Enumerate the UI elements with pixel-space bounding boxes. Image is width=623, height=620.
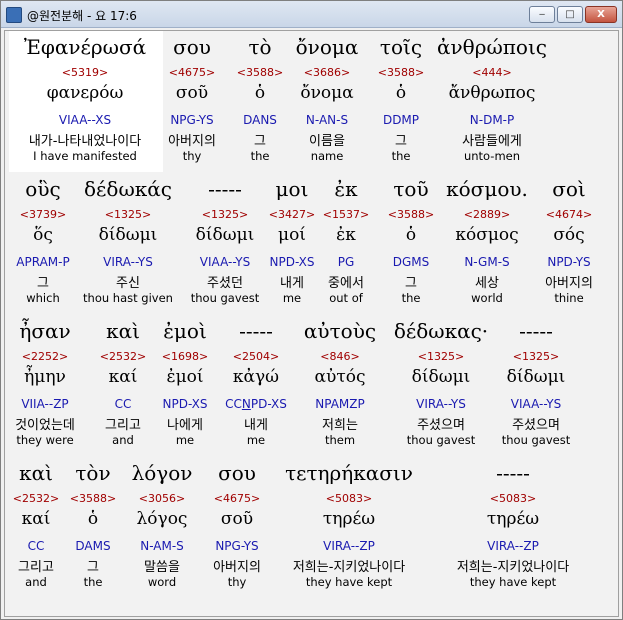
lemma: τηρέω bbox=[486, 509, 540, 529]
korean-gloss: 사람들에게 bbox=[462, 134, 522, 149]
english-gloss: they have kept bbox=[305, 575, 393, 589]
minimize-button[interactable]: ‒ bbox=[529, 6, 555, 23]
title-bar[interactable]: @원전분해 - 요 17:6 ‒ □ X bbox=[1, 1, 622, 28]
english-gloss: they have kept bbox=[469, 575, 557, 589]
parsing-code: VIRA--ZP bbox=[323, 539, 375, 553]
parsing-code: VIAA--YS bbox=[510, 397, 562, 411]
strong-number: <444> bbox=[472, 66, 512, 79]
word-1-6[interactable]: ἀνθρώποις <444> ἄνθρωπος N-DM-P 사람들에게 unto-me… bbox=[412, 31, 572, 171]
lemma: δίδωμι bbox=[506, 367, 566, 387]
strong-number: <4674> bbox=[545, 208, 593, 221]
greek-word: τετηρήκασιν bbox=[285, 461, 413, 485]
english-gloss: unto-men bbox=[463, 149, 521, 163]
app-icon bbox=[6, 7, 22, 23]
korean-gloss: 저희는-지키었나이다 bbox=[456, 560, 570, 575]
word-2-8[interactable]: σοὶ <4674> σός NPD-YS 아버지의 thine bbox=[489, 173, 618, 313]
lemma: σός bbox=[553, 225, 585, 245]
korean-gloss: 주셨으며 bbox=[512, 418, 560, 433]
english-gloss: thou gavest bbox=[501, 433, 571, 447]
parsing-code: N-DM-P bbox=[469, 113, 515, 127]
greek-word: ἀνθρώποις bbox=[437, 35, 547, 59]
word-3-7[interactable]: ----- <1325> δίδωμι VIAA--YS 주셨으며 thou gavest bbox=[456, 315, 616, 455]
strong-number: <5083> bbox=[489, 492, 537, 505]
greek-word: ----- bbox=[519, 319, 553, 343]
strong-number: <5083> bbox=[325, 492, 373, 505]
app-window: @원전분해 - 요 17:6 ‒ □ X Ἐφανέρωσά <5319> φανε… bbox=[0, 0, 623, 620]
english-gloss: thine bbox=[554, 291, 584, 305]
word-4-5[interactable]: τετηρήκασιν <5083> τηρέω VIRA--ZP 저희는-지키었나이다… bbox=[269, 457, 429, 597]
word-4-6[interactable]: ----- <5083> τηρέω VIRA--ZP 저희는-지키었나이다 they h… bbox=[433, 457, 593, 597]
parsing-code: NPD-YS bbox=[547, 255, 591, 269]
close-button[interactable]: X bbox=[585, 6, 617, 23]
lemma: ἄνθρωπος bbox=[448, 83, 536, 103]
interlinear-panel: Ἐφανέρωσά <5319> φανερόω VIAA--XS 내가-나타내었나이다… bbox=[4, 30, 619, 617]
parsing-code: VIRA--ZP bbox=[487, 539, 539, 553]
korean-gloss: 아버지의 bbox=[545, 276, 593, 291]
greek-word: σοὶ bbox=[552, 177, 586, 201]
korean-gloss: 저희는-지키었나이다 bbox=[292, 560, 406, 575]
window-title: @원전분해 - 요 17:6 bbox=[27, 9, 137, 23]
maximize-button[interactable]: □ bbox=[557, 6, 583, 23]
strong-number: <1325> bbox=[512, 350, 560, 363]
greek-word: ----- bbox=[496, 461, 530, 485]
lemma: τηρέω bbox=[322, 509, 376, 529]
